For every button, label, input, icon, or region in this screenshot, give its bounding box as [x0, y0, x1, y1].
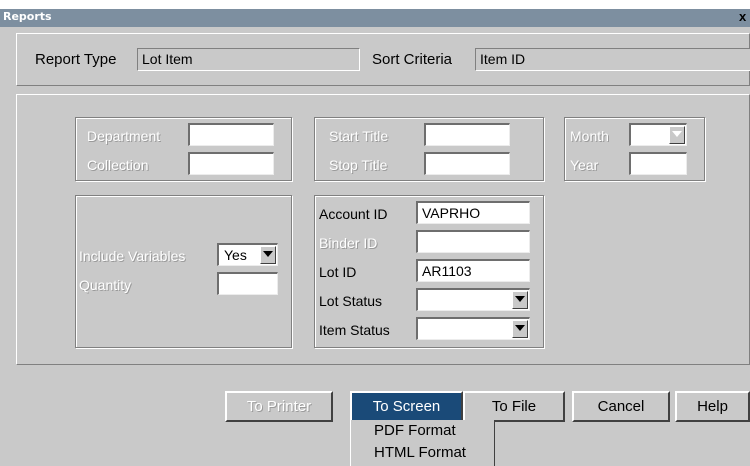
department-field[interactable] — [188, 123, 274, 146]
year-field[interactable] — [629, 152, 687, 175]
department-group: Department Collection — [75, 117, 292, 181]
report-type-value: Lot Item — [142, 51, 193, 67]
item-status-label: Item Status — [319, 322, 390, 338]
binder-id-field[interactable] — [416, 230, 530, 253]
binder-id-label: Binder ID — [319, 235, 378, 251]
lot-status-label: Lot Status — [319, 293, 383, 309]
date-group: Month Year — [564, 117, 705, 181]
filter-panel: Department Collection Start Title Stop T… — [16, 94, 750, 365]
collection-field[interactable] — [188, 152, 274, 175]
start-title-label: Start Title — [329, 128, 389, 144]
lot-id-field[interactable]: AR1103 — [416, 259, 530, 282]
chevron-down-icon[interactable] — [669, 126, 685, 144]
chevron-down-icon[interactable] — [260, 246, 276, 264]
cancel-button[interactable]: Cancel — [572, 391, 670, 422]
start-title-field[interactable] — [424, 123, 510, 146]
quantity-field[interactable] — [217, 272, 278, 295]
quantity-label: Quantity — [79, 277, 132, 293]
month-dropdown[interactable] — [629, 123, 687, 146]
lot-id-value: AR1103 — [422, 263, 472, 279]
lot-status-dropdown[interactable] — [416, 288, 530, 311]
item-status-dropdown[interactable] — [416, 317, 530, 340]
include-variables-value: Yes — [224, 247, 247, 263]
report-header-panel: Report Type Lot Item Sort Criteria Item … — [16, 33, 750, 86]
close-icon[interactable]: x — [739, 9, 746, 24]
to-screen-menu: PDF Format HTML Format — [350, 420, 495, 466]
sort-criteria-value: Item ID — [480, 51, 526, 67]
chevron-down-icon[interactable] — [512, 320, 528, 338]
include-variables-label: Include Variables — [79, 248, 186, 264]
sort-criteria-field: Item ID — [475, 48, 750, 71]
help-button[interactable]: Help — [675, 391, 750, 422]
report-type-label: Report Type — [35, 51, 117, 68]
to-screen-button[interactable]: To Screen — [350, 391, 463, 422]
account-id-value: VAPRHO — [422, 205, 481, 221]
window-title: Reports — [3, 10, 52, 23]
account-group: Account ID VAPRHO Binder ID Lot ID AR110… — [314, 195, 544, 348]
stop-title-field[interactable] — [424, 152, 510, 175]
include-variables-dropdown[interactable]: Yes — [217, 243, 278, 266]
account-id-field[interactable]: VAPRHO — [416, 201, 530, 224]
title-range-group: Start Title Stop Title — [314, 117, 544, 181]
sort-criteria-label: Sort Criteria — [372, 51, 453, 68]
menu-item-html-format[interactable]: HTML Format — [374, 444, 466, 461]
variables-group: Include Variables Yes Quantity — [75, 195, 292, 348]
collection-label: Collection — [87, 157, 149, 173]
report-type-field: Lot Item — [137, 48, 360, 71]
lot-id-label: Lot ID — [319, 264, 357, 280]
menu-item-pdf-format[interactable]: PDF Format — [374, 422, 456, 439]
title-bar: Reports x — [0, 9, 750, 27]
reports-window: Report Type Lot Item Sort Criteria Item … — [0, 27, 750, 466]
year-label: Year — [570, 157, 599, 173]
stop-title-label: Stop Title — [329, 157, 388, 173]
chevron-down-icon[interactable] — [512, 291, 528, 309]
to-printer-button[interactable]: To Printer — [225, 391, 333, 422]
account-id-label: Account ID — [319, 206, 388, 222]
month-label: Month — [570, 128, 609, 144]
to-file-button[interactable]: To File — [463, 391, 565, 422]
department-label: Department — [87, 128, 161, 144]
